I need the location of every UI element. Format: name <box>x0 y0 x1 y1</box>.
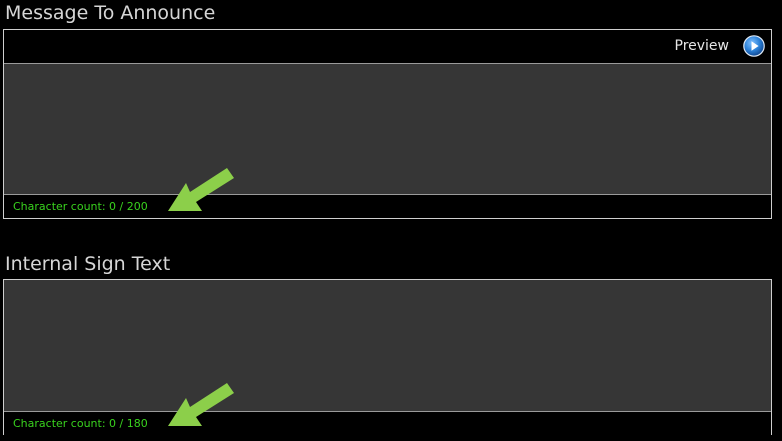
sign-character-count: Character count: 0 / 180 <box>4 412 771 435</box>
announce-message-panel: Preview Character count: 0 / 200 <box>3 29 772 219</box>
sign-text-panel: Character count: 0 / 180 <box>3 279 772 435</box>
preview-button-label[interactable]: Preview <box>675 38 730 54</box>
arrow-pointer-icon <box>168 168 234 211</box>
announce-toolbar: Preview <box>4 30 771 63</box>
arrow-pointer-icon <box>168 383 234 426</box>
announce-character-count: Character count: 0 / 200 <box>4 195 771 218</box>
message-to-announce-title: Message To Announce <box>5 2 216 24</box>
play-circle-icon[interactable] <box>743 35 765 57</box>
page: Message To Announce Preview Character co… <box>0 0 782 441</box>
announce-message-textarea[interactable] <box>4 63 771 195</box>
sign-text-textarea[interactable] <box>4 280 771 412</box>
internal-sign-text-title: Internal Sign Text <box>5 253 171 275</box>
